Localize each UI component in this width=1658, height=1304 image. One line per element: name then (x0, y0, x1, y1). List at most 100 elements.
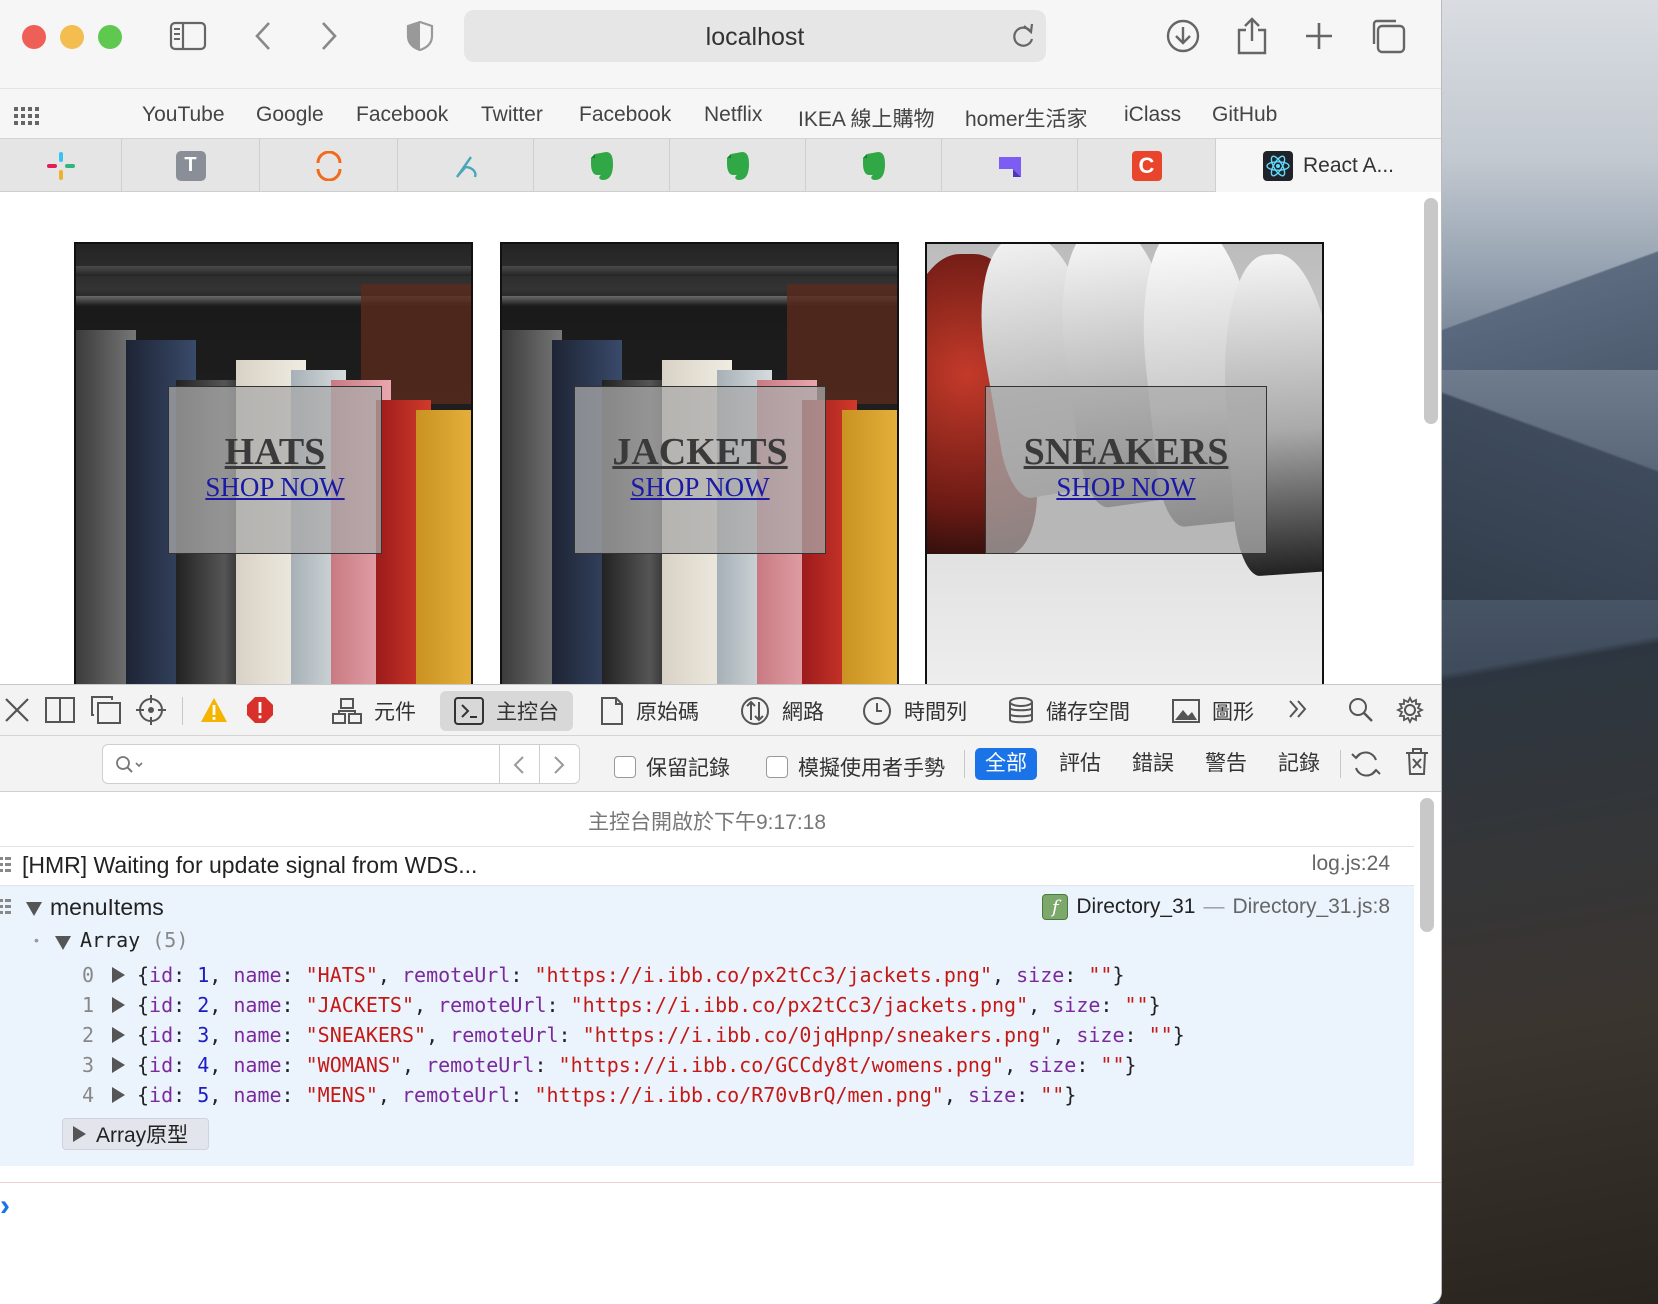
card-title[interactable]: HATS (169, 433, 381, 471)
shop-now-link[interactable]: SHOP NOW (575, 471, 825, 503)
dock-side-icon[interactable] (45, 697, 75, 723)
sidebar-toggle-icon[interactable] (168, 14, 208, 58)
previous-match-icon[interactable] (511, 755, 527, 775)
tab-linear[interactable] (942, 139, 1078, 192)
tab-typora[interactable]: T (122, 139, 260, 192)
filter-errors[interactable]: 錯誤 (1122, 748, 1184, 780)
array-item-row[interactable]: 0 {id: 1, name: "HATS", remoteUrl: "http… (82, 960, 1125, 990)
console-filter-box[interactable] (102, 744, 580, 784)
clear-on-reload-icon[interactable] (1350, 748, 1382, 780)
downloads-icon[interactable] (1164, 14, 1202, 58)
collapse-array-icon[interactable] (55, 936, 71, 950)
tab-slack[interactable] (0, 139, 122, 192)
close-window-button[interactable] (22, 25, 46, 49)
array-prototype-toggle[interactable]: Array原型 (62, 1118, 210, 1150)
array-item-row[interactable]: 4 {id: 5, name: "MENS", remoteUrl: "http… (82, 1080, 1076, 1110)
favorite-youtube[interactable]: YouTube (142, 103, 225, 127)
close-devtools-icon[interactable] (4, 697, 30, 723)
back-icon[interactable] (248, 14, 278, 58)
array-item-row[interactable]: 1 {id: 2, name: "JACKETS", remoteUrl: "h… (82, 990, 1161, 1020)
console-output: 主控台開啟於下午9:17:18 [HMR] Waiting for update… (0, 792, 1414, 1182)
favorite-facebook[interactable]: Facebook (356, 103, 448, 127)
tab-evernote-2[interactable] (670, 139, 806, 192)
tab-storage[interactable]: 儲存空間 (1008, 691, 1130, 731)
forward-icon[interactable] (314, 14, 344, 58)
tab-evernote-1[interactable] (534, 139, 670, 192)
favorite-netflix[interactable]: Netflix (704, 103, 762, 127)
filter-evaluations[interactable]: 評估 (1049, 748, 1111, 780)
c-app-icon: C (1131, 150, 1162, 181)
address-bar[interactable]: localhost (464, 10, 1046, 62)
console-opened-timestamp: 主控台開啟於下午9:17:18 (587, 811, 827, 834)
tab-tool[interactable] (398, 139, 534, 192)
shop-now-link[interactable]: SHOP NOW (986, 471, 1266, 503)
clear-console-trash-icon[interactable] (1404, 748, 1430, 776)
more-tabs-chevron-icon[interactable] (1286, 697, 1310, 721)
tab-network[interactable]: 網路 (740, 691, 824, 731)
tab-elements[interactable]: 元件 (332, 691, 416, 731)
array-item-row[interactable]: 2 {id: 3, name: "SNEAKERS", remoteUrl: "… (82, 1020, 1185, 1050)
menu-item-card[interactable]: SNEAKERS SHOP NOW (925, 242, 1324, 684)
bullet: • (34, 932, 39, 948)
expand-item-icon[interactable] (112, 1057, 125, 1073)
card-label-box: JACKETS SHOP NOW (574, 386, 826, 554)
browser-window: localhost YouTube Google Facebook Twitte… (0, 0, 1442, 1304)
favorite-iclass[interactable]: iClass (1124, 103, 1181, 127)
console-scrollbar[interactable] (1420, 798, 1434, 932)
tab-sources[interactable]: 原始碼 (600, 691, 699, 731)
tab-graphics[interactable]: 圖形 (1172, 691, 1254, 731)
expand-item-icon[interactable] (112, 997, 125, 1013)
tab-orange-circle[interactable] (260, 139, 398, 192)
card-title[interactable]: JACKETS (575, 433, 825, 471)
next-match-icon[interactable] (551, 755, 567, 775)
preserve-log-checkbox[interactable]: 保留記錄 (614, 752, 730, 782)
favorite-ikea[interactable]: IKEA 線上購物 (798, 103, 935, 133)
filter-warnings[interactable]: 警告 (1195, 748, 1257, 780)
share-icon[interactable] (1234, 14, 1270, 58)
shop-now-link[interactable]: SHOP NOW (169, 471, 381, 503)
menu-item-card[interactable]: HATS SHOP NOW (74, 242, 473, 684)
tab-c-app[interactable]: C (1078, 139, 1216, 192)
element-picker-icon[interactable] (136, 695, 166, 725)
settings-gear-icon[interactable] (1396, 696, 1424, 724)
favorite-google[interactable]: Google (256, 103, 324, 127)
warning-icon[interactable] (200, 697, 228, 723)
console-icon (454, 697, 484, 725)
collapse-group-icon[interactable] (26, 902, 42, 916)
source-file-link[interactable]: Directory_31.js:8 (1232, 895, 1390, 919)
search-icon[interactable] (1348, 697, 1374, 723)
zoom-window-button[interactable] (98, 25, 122, 49)
array-item-row[interactable]: 3 {id: 4, name: "WOMANS", remoteUrl: "ht… (82, 1050, 1137, 1080)
favorite-homer[interactable]: homer生活家 (965, 103, 1088, 133)
expand-item-icon[interactable] (112, 967, 125, 983)
console-source-link[interactable]: log.js:24 (1312, 852, 1390, 876)
favorite-facebook-2[interactable]: Facebook (579, 103, 671, 127)
card-label-box: HATS SHOP NOW (168, 386, 382, 554)
tab-react-app[interactable]: React A... (1216, 139, 1441, 192)
card-title[interactable]: SNEAKERS (986, 433, 1266, 471)
error-icon[interactable] (246, 696, 274, 724)
expand-item-icon[interactable] (112, 1027, 125, 1043)
page-scrollbar[interactable] (1424, 198, 1438, 424)
tab-evernote-3[interactable] (806, 139, 942, 192)
expand-item-icon[interactable] (112, 1087, 125, 1103)
filter-all[interactable]: 全部 (975, 748, 1037, 780)
tab-console[interactable]: 主控台 (440, 691, 573, 731)
console-prompt[interactable]: › (0, 1182, 1441, 1304)
favorite-github[interactable]: GitHub (1212, 103, 1277, 127)
filter-logs[interactable]: 記錄 (1268, 748, 1330, 780)
console-filter-input[interactable] (143, 749, 493, 779)
menu-item-card[interactable]: JACKETS SHOP NOW (500, 242, 899, 684)
new-tab-plus-icon[interactable] (1302, 14, 1336, 58)
undock-window-icon[interactable] (90, 695, 122, 725)
tab-overview-icon[interactable] (1368, 14, 1408, 58)
elements-icon (332, 698, 362, 724)
tab-timelines[interactable]: 時間列 (862, 691, 967, 731)
privacy-shield-icon[interactable] (404, 14, 436, 58)
emulate-gesture-checkbox[interactable]: 模擬使用者手勢 (766, 752, 945, 782)
function-name-link[interactable]: Directory_31 (1076, 895, 1195, 919)
favorite-twitter[interactable]: Twitter (481, 103, 543, 127)
apps-grid-icon[interactable] (14, 107, 40, 130)
reload-icon[interactable] (1010, 22, 1036, 55)
minimize-window-button[interactable] (60, 25, 84, 49)
